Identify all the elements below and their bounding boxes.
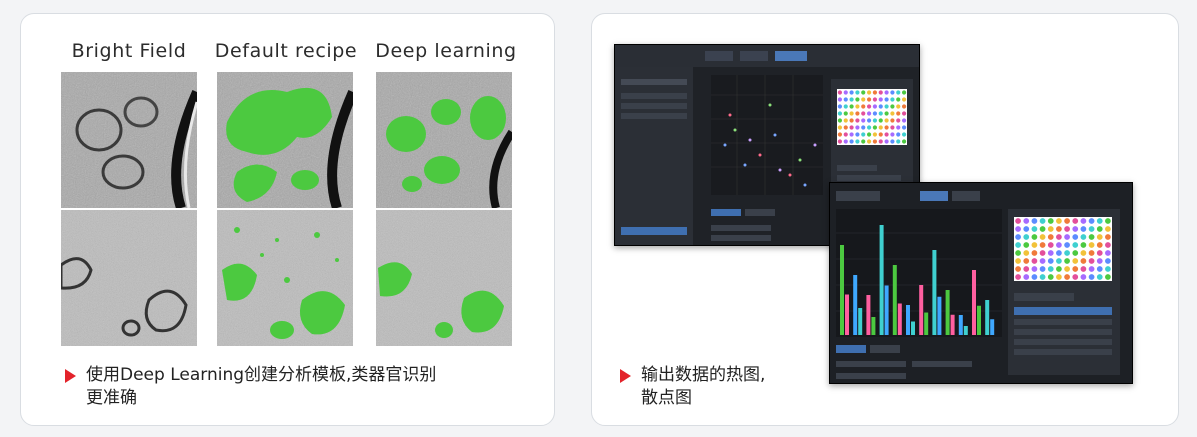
red-triangle-icon bbox=[65, 369, 76, 383]
right-caption-line-2: 散点图 bbox=[641, 388, 692, 408]
column-title-deep-learning: Deep learning bbox=[375, 40, 517, 62]
output-card: 输出数据的热图, 散点图 bbox=[591, 13, 1179, 426]
deep-learning-image-2 bbox=[376, 210, 512, 346]
column-title-bright-field: Bright Field bbox=[71, 40, 187, 62]
bright-field-image-1 bbox=[61, 72, 197, 208]
bright-field-image-2 bbox=[61, 210, 197, 346]
bar-chart-screenshot bbox=[829, 182, 1133, 384]
right-caption-line-1: 输出数据的热图, bbox=[641, 365, 766, 385]
left-caption-line-2: 更准确 bbox=[86, 388, 137, 408]
default-recipe-image-1 bbox=[217, 72, 353, 208]
red-triangle-icon bbox=[620, 369, 631, 383]
column-title-default-recipe: Default recipe bbox=[214, 40, 358, 62]
deep-learning-image-1 bbox=[376, 72, 512, 208]
left-caption-line-1: 使用Deep Learning创建分析模板,类器官识别 bbox=[86, 365, 437, 385]
comparison-card: Bright Field Default recipe Deep learnin… bbox=[20, 13, 555, 426]
left-caption: 使用Deep Learning创建分析模板,类器官识别 更准确 bbox=[65, 364, 436, 410]
right-caption: 输出数据的热图, 散点图 bbox=[620, 364, 765, 410]
default-recipe-image-2 bbox=[217, 210, 353, 346]
